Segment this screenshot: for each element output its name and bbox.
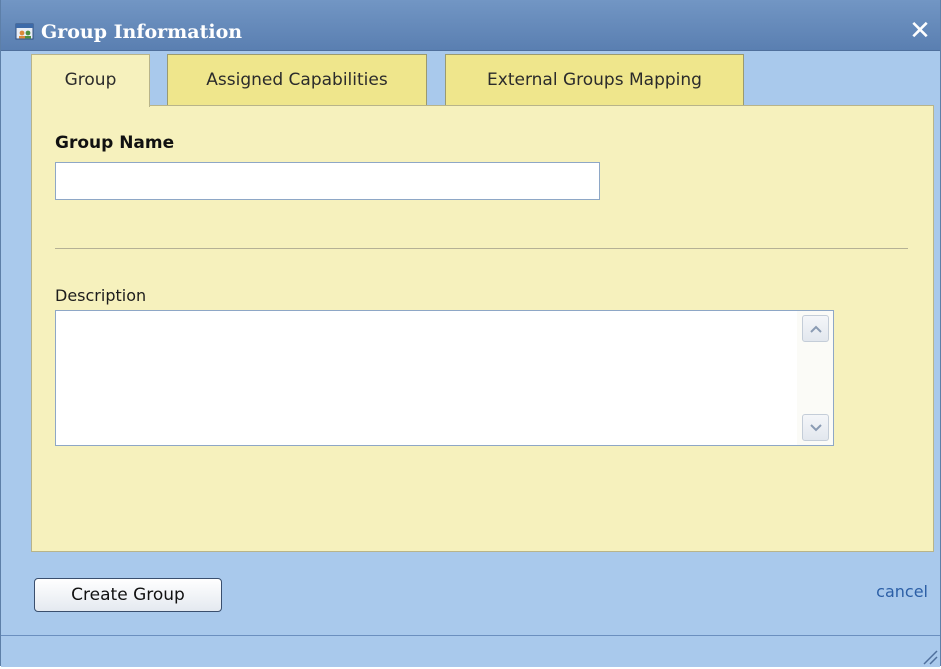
scroll-down-icon[interactable] [802, 414, 829, 441]
tab-assigned-capabilities[interactable]: Assigned Capabilities [167, 54, 427, 105]
description-scrollbar[interactable] [797, 311, 833, 445]
section-divider [55, 248, 908, 249]
resize-grip-icon[interactable] [920, 647, 938, 665]
title-bar[interactable]: Group Information ✕ [1, 0, 940, 51]
close-icon[interactable]: ✕ [908, 18, 932, 44]
group-name-input[interactable] [55, 162, 600, 200]
description-textarea[interactable] [56, 311, 796, 445]
group-information-dialog: Group Information ✕ Group Assigned Capab… [0, 0, 941, 667]
window-title: Group Information [41, 21, 243, 43]
scroll-up-icon[interactable] [802, 315, 829, 342]
description-field [55, 310, 834, 446]
description-label: Description [55, 286, 147, 305]
group-window-icon [15, 22, 35, 42]
status-bar [1, 635, 940, 667]
group-tab-panel: Group Name Description [31, 105, 934, 552]
create-group-button[interactable]: Create Group [34, 578, 222, 612]
tab-external-groups-mapping[interactable]: External Groups Mapping [445, 54, 744, 105]
group-name-label: Group Name [55, 133, 175, 153]
cancel-link[interactable]: cancel [876, 582, 928, 601]
tab-group[interactable]: Group [31, 54, 150, 107]
